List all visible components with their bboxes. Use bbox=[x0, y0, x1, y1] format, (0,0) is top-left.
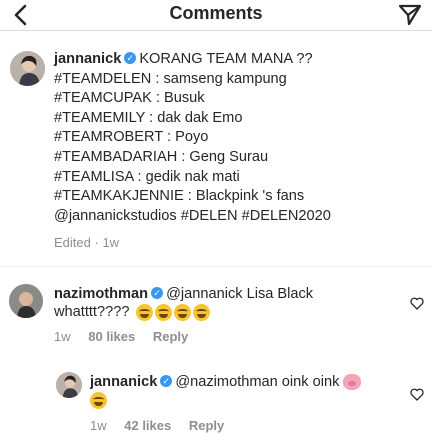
tears-of-joy-emoji bbox=[173, 303, 191, 321]
edited-timestamp: Edited · 1w bbox=[54, 235, 120, 250]
comment-line bbox=[90, 391, 107, 410]
heart-icon[interactable] bbox=[410, 388, 424, 401]
paper-plane-icon[interactable] bbox=[398, 4, 422, 26]
avatar[interactable] bbox=[56, 372, 82, 398]
comment-text: @nazimothman oink oink bbox=[175, 374, 340, 390]
post-time: 1w bbox=[102, 235, 120, 250]
reply-button[interactable]: Reply bbox=[153, 329, 188, 344]
caption-line: #TEAMDELEN : samseng kampung bbox=[54, 70, 287, 87]
comment: nazimothman ✓ @jannanick Lisa Black bbox=[54, 285, 313, 304]
avatar[interactable] bbox=[9, 284, 43, 318]
reply-button[interactable]: Reply bbox=[189, 418, 224, 433]
caption-line: #TEAMCUPAK : Busuk bbox=[54, 90, 205, 107]
comment-username[interactable]: nazimothman bbox=[54, 286, 148, 302]
avatar[interactable] bbox=[10, 51, 45, 86]
comment-username[interactable]: jannanick bbox=[90, 374, 157, 390]
likes-count[interactable]: 80 likes bbox=[88, 329, 135, 344]
divider bbox=[0, 266, 432, 267]
tears-of-joy-emoji bbox=[90, 391, 107, 409]
caption-line: #TEAMEMILY : dak dak Emo bbox=[54, 109, 243, 126]
tears-of-joy-emoji bbox=[192, 303, 210, 321]
caption-line: #TEAMKAKJENNIE : Blackpink 's fans bbox=[54, 188, 305, 205]
page-title: Comments bbox=[169, 3, 263, 23]
verified-badge-icon: ✓ bbox=[151, 287, 164, 300]
comment: jannanick ✓ @nazimothman oink oink bbox=[90, 373, 362, 392]
caption-line: #TEAMROBERT : Poyo bbox=[54, 129, 209, 146]
comment-time: 1w bbox=[90, 418, 107, 433]
caption-line: @jannanickstudios #DELEN #DELEN2020 bbox=[54, 207, 331, 224]
verified-badge-icon: ✓ bbox=[124, 52, 137, 65]
comment-line: whatttt???? bbox=[54, 303, 210, 322]
pig-face-emoji bbox=[343, 374, 362, 391]
comment-actions: 1w 80 likes Reply bbox=[54, 329, 202, 344]
comments-header: Comments bbox=[0, 0, 432, 31]
comment-text: whatttt???? bbox=[54, 304, 130, 320]
post-caption: jannanick ✓ KORANG TEAM MANA ?? #TEAMDELEN… bbox=[54, 50, 424, 226]
comment-text: @jannanick Lisa Black bbox=[166, 286, 314, 302]
comment-actions: 1w 42 likes Reply bbox=[90, 418, 238, 433]
verified-badge-icon: ✓ bbox=[160, 375, 173, 388]
tears-of-joy-emoji bbox=[135, 303, 153, 321]
caption-line: #TEAMBADARIAH : Geng Surau bbox=[54, 148, 269, 165]
caption-text: KORANG TEAM MANA ?? bbox=[139, 51, 313, 67]
caption-username[interactable]: jannanick bbox=[54, 51, 121, 67]
tears-of-joy-emoji bbox=[154, 303, 172, 321]
heart-icon[interactable] bbox=[410, 297, 424, 310]
comment-time: 1w bbox=[54, 329, 71, 344]
likes-count[interactable]: 42 likes bbox=[124, 418, 171, 433]
edited-label: Edited bbox=[54, 235, 91, 250]
caption-line: #TEAMLISA : gedik nak mati bbox=[54, 168, 240, 185]
